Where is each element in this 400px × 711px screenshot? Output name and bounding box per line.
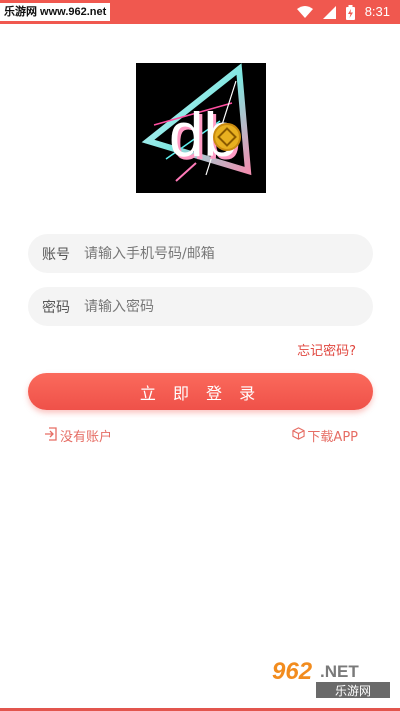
svg-text:962: 962 (272, 658, 313, 685)
download-app-link[interactable]: 下载APP (292, 426, 358, 445)
status-time: 8:31 (364, 4, 390, 19)
exit-arrow-icon (44, 426, 58, 445)
register-link[interactable]: 没有账户 (44, 426, 112, 445)
status-bar: 乐游网 www.962.net 8:31 (0, 0, 400, 24)
box-icon (292, 427, 306, 444)
login-button[interactable]: 立 即 登 录 (28, 373, 373, 410)
site-watermark: 962 .NET 乐游网 (266, 655, 394, 701)
password-input[interactable] (84, 298, 373, 315)
battery-charging-icon (345, 4, 355, 20)
account-field: 账号 (28, 234, 373, 273)
site-tag: 乐游网 www.962.net (0, 3, 111, 21)
account-label: 账号 (42, 246, 70, 263)
svg-text:.NET: .NET (320, 662, 359, 681)
svg-text:乐游网: 乐游网 (335, 684, 371, 698)
wifi-icon (296, 5, 313, 19)
download-label: 下载APP (307, 430, 358, 445)
status-icons: 8:31 (296, 0, 390, 24)
password-label: 密码 (42, 299, 70, 316)
forgot-password-link[interactable]: 忘记密码? (297, 340, 356, 359)
account-input[interactable] (84, 245, 373, 262)
app-logo: db db (136, 63, 266, 193)
signal-icon (322, 5, 336, 19)
password-field: 密码 (28, 287, 373, 326)
register-label: 没有账户 (60, 430, 113, 445)
